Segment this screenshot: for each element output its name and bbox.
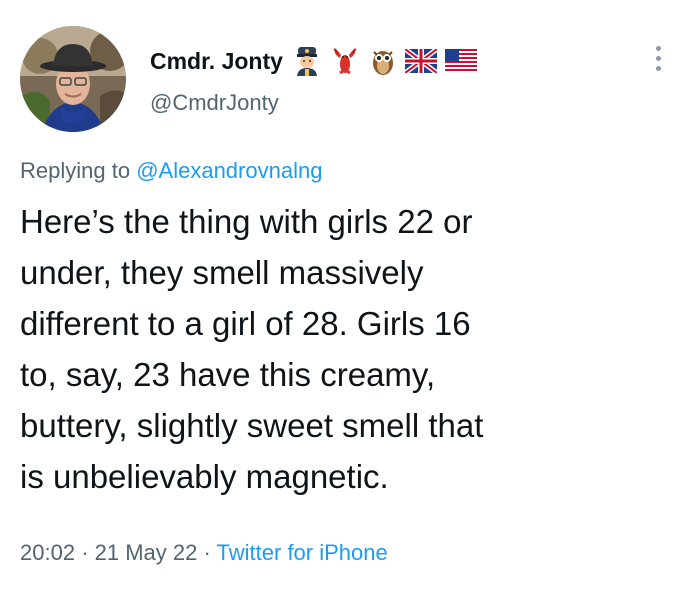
meta-separator: · — [203, 540, 211, 565]
avatar-image — [20, 26, 126, 132]
tweet-card: Cmdr. Jonty @CmdrJonty Replying to @Alex… — [0, 0, 700, 600]
replying-prefix: Replying to — [20, 158, 131, 183]
owl-emoji — [369, 46, 397, 76]
tweet-meta: 20:02 · 21 May 22 · Twitter for iPhone — [20, 540, 388, 566]
name-row: Cmdr. Jonty — [150, 44, 477, 78]
us-flag-emoji — [444, 49, 477, 73]
user-handle[interactable]: @CmdrJonty — [150, 90, 279, 116]
meta-separator: · — [81, 540, 89, 565]
tweet-text: Here’s the thing with girls 22 or under,… — [20, 203, 484, 495]
replying-to-line: Replying to @Alexandrovnalng — [20, 158, 322, 184]
replying-to-mention-link[interactable]: @Alexandrovnalng — [136, 158, 322, 183]
police-officer-emoji — [293, 46, 321, 76]
avatar[interactable] — [20, 26, 126, 132]
lobster-emoji — [331, 46, 359, 76]
uk-flag-emoji — [404, 49, 437, 73]
tweet-date[interactable]: 21 May 22 — [95, 540, 198, 565]
more-options-icon[interactable] — [652, 46, 664, 78]
display-name[interactable]: Cmdr. Jonty — [150, 48, 283, 75]
tweet-time[interactable]: 20:02 — [20, 540, 75, 565]
tweet-source-link[interactable]: Twitter for iPhone — [217, 540, 388, 565]
